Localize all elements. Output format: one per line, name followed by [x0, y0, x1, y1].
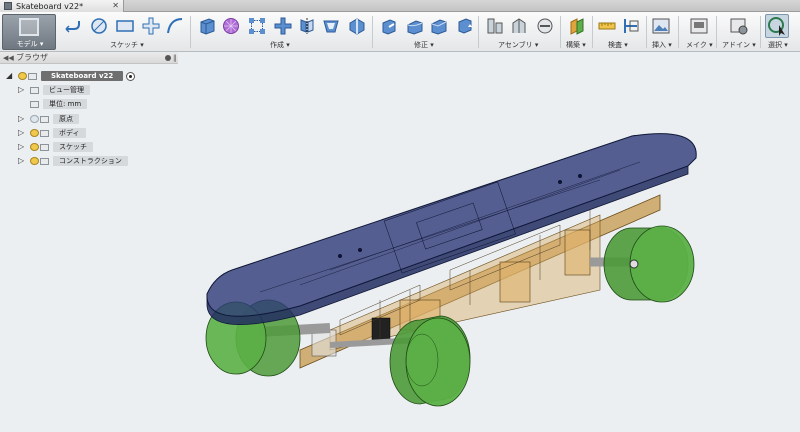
form-icon[interactable] [222, 17, 240, 35]
create-menu[interactable]: 作成 ▾ [270, 40, 290, 50]
combine-icon[interactable] [274, 17, 292, 35]
joint-icon[interactable] [486, 17, 504, 35]
browser-item-origin[interactable]: ▷ 原点 [18, 113, 79, 125]
toolbar: モデル ▾ スケッチ ▾ 作成 ▾ 修正 ▾ アセンブリ ▾ 構築 ▾ 検査 ▾… [0, 12, 800, 52]
component-icon [28, 72, 37, 80]
shell-icon[interactable] [322, 17, 340, 35]
box-icon[interactable] [198, 17, 216, 35]
split-body-icon[interactable] [348, 17, 366, 35]
spline-icon[interactable] [166, 17, 184, 35]
browser-item-view-management[interactable]: ▷ ビュー管理 [18, 84, 90, 96]
browser-item-label: 単位: mm [43, 99, 88, 109]
folder-icon [40, 115, 49, 123]
rectangle-icon[interactable] [116, 17, 134, 35]
stop-sketch-icon[interactable] [64, 17, 82, 35]
modify-menu[interactable]: 修正 ▾ [414, 40, 434, 50]
folder-icon [40, 129, 49, 137]
browser-item-label: 原点 [53, 114, 79, 124]
browser-item-sketches[interactable]: ▷ スケッチ [18, 141, 93, 153]
expand-triangle-icon[interactable]: ▷ [18, 127, 26, 139]
toolbar-separator [190, 16, 191, 48]
addins-menu[interactable]: アドイン ▾ [722, 40, 756, 50]
3d-print-icon[interactable] [690, 17, 708, 35]
toolbar-separator [560, 16, 561, 48]
document-tab-title: Skateboard v22* [16, 1, 84, 11]
expand-triangle-icon[interactable]: ▷ [18, 113, 26, 125]
expand-triangle-icon[interactable]: ▷ [18, 155, 26, 167]
toolbar-separator [372, 16, 373, 48]
fusion-window: Skateboard v22* ✕ モデル ▾ スケッチ ▾ 作成 ▾ 修正 ▾… [0, 0, 800, 432]
browser-item-bodies[interactable]: ▷ ボディ [18, 127, 86, 139]
toolbar-separator [760, 16, 761, 48]
circle-icon[interactable] [90, 17, 108, 35]
pattern-icon[interactable] [248, 17, 266, 35]
scripts-icon[interactable] [730, 17, 748, 35]
wheel-back-right[interactable] [603, 225, 695, 303]
insert-image-icon[interactable] [652, 17, 670, 35]
collapse-browser-icon[interactable]: ◀◀ [3, 52, 14, 64]
browser-root-node[interactable]: ◢ Skateboard v22 [6, 70, 136, 82]
browser-pin-icon[interactable] [165, 55, 171, 61]
insert-menu[interactable]: 挿入 ▾ [652, 40, 672, 50]
folder-icon [40, 143, 49, 151]
collapse-triangle-icon[interactable]: ◢ [6, 70, 14, 82]
model-canvas[interactable] [180, 64, 800, 432]
folder-icon [40, 157, 49, 165]
point-icon[interactable] [142, 17, 160, 35]
browser-item-units[interactable]: 単位: mm [30, 98, 88, 110]
interference-icon[interactable] [622, 17, 640, 35]
mirror-icon[interactable] [298, 17, 316, 35]
inspect-menu[interactable]: 検査 ▾ [608, 40, 628, 50]
browser-item-label: ビュー管理 [43, 85, 90, 95]
wheel-front-right[interactable] [389, 315, 471, 407]
toolbar-separator [678, 16, 679, 48]
document-icon [4, 2, 12, 10]
select-menu[interactable]: 選択 ▾ [768, 40, 788, 50]
close-icon[interactable]: ✕ [112, 1, 119, 11]
visibility-bulb-icon[interactable] [30, 115, 39, 123]
select-icon [768, 17, 785, 36]
document-tab[interactable]: Skateboard v22* ✕ [0, 0, 124, 12]
toolbar-separator [646, 16, 647, 48]
motion-link-icon[interactable] [536, 17, 554, 35]
offset-plane-icon[interactable] [568, 17, 586, 35]
construct-menu[interactable]: 構築 ▾ [566, 40, 586, 50]
activate-radio-icon[interactable] [126, 71, 136, 81]
browser-title: ブラウザ [16, 53, 48, 62]
visibility-bulb-icon[interactable] [18, 72, 27, 80]
assemble-menu[interactable]: アセンブリ ▾ [498, 40, 538, 50]
visibility-bulb-icon[interactable] [30, 129, 39, 137]
browser-header[interactable]: ◀◀ ブラウザ ‖ [0, 52, 178, 64]
sketch-menu[interactable]: スケッチ ▾ [110, 40, 144, 50]
visibility-bulb-icon[interactable] [30, 157, 39, 165]
measure-icon[interactable] [598, 17, 616, 35]
press-pull-icon[interactable] [380, 17, 398, 35]
browser-item-label: コンストラクション [53, 156, 128, 166]
document-tab-bar: Skateboard v22* ✕ [0, 0, 800, 12]
visibility-bulb-icon[interactable] [30, 143, 39, 151]
as-built-joint-icon[interactable] [510, 17, 528, 35]
browser-toggle-icon[interactable]: ‖ [173, 52, 177, 64]
move-icon[interactable] [456, 17, 474, 35]
expand-triangle-icon[interactable]: ▷ [18, 84, 26, 96]
expand-triangle-icon[interactable]: ▷ [18, 141, 26, 153]
fillet-icon[interactable] [406, 17, 424, 35]
document-settings-icon [30, 100, 39, 108]
workspace-switcher-button[interactable]: モデル ▾ [2, 14, 56, 50]
make-menu[interactable]: メイク ▾ [686, 40, 713, 50]
select-button[interactable] [765, 14, 789, 38]
model-workspace-icon [19, 18, 39, 36]
workspace-label: モデル ▾ [16, 40, 44, 48]
browser-item-label: スケッチ [53, 142, 93, 152]
root-component-label: Skateboard v22 [41, 71, 124, 81]
toolbar-separator [592, 16, 593, 48]
chamfer-icon[interactable] [430, 17, 448, 35]
browser-item-label: ボディ [53, 128, 86, 138]
toolbar-separator [478, 16, 479, 48]
browser-item-construction[interactable]: ▷ コンストラクション [18, 155, 128, 167]
folder-icon [30, 86, 39, 94]
toolbar-separator [716, 16, 717, 48]
